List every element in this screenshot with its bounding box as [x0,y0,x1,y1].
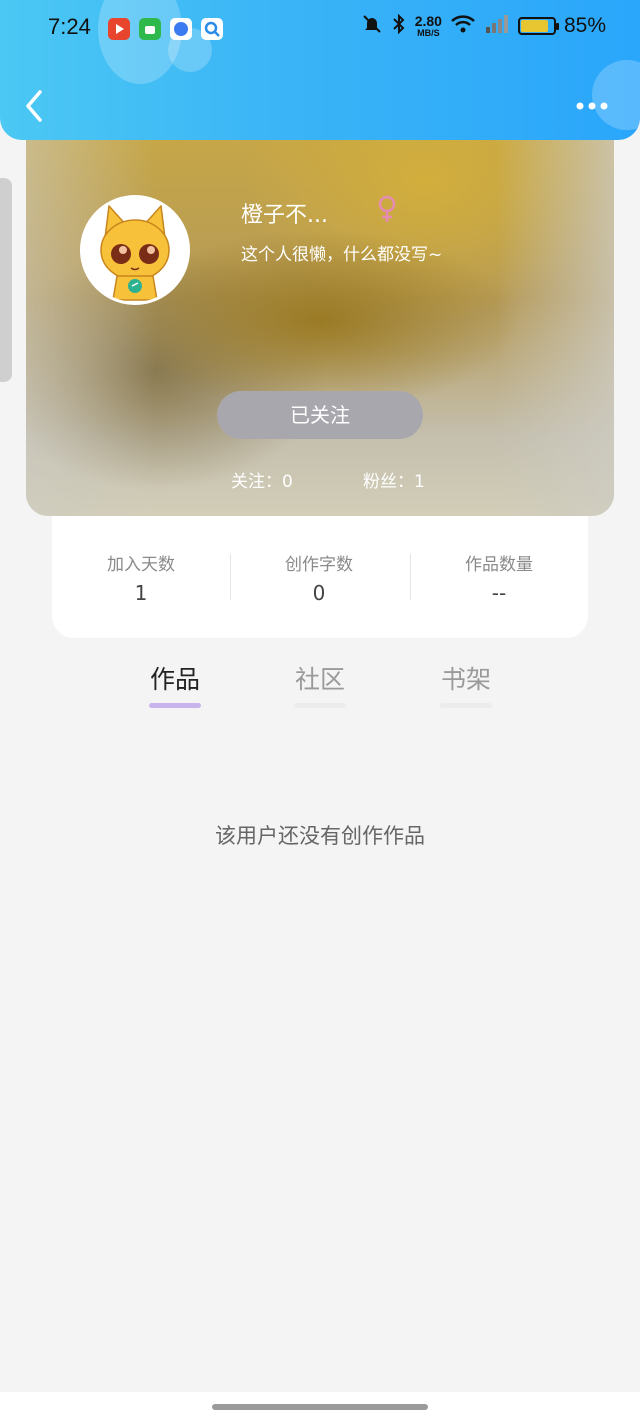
stat-value: 0 [312,581,326,605]
nickname: 橙子不... [241,203,328,228]
card-shade [26,120,614,516]
stat-label: 加入天数 [107,555,175,575]
signal-icon [484,13,510,39]
network-speed-value: 2.80 [414,12,442,29]
search-app-icon [201,18,223,40]
network-speed-unit: MB/S [417,27,440,38]
tab-bookshelf[interactable]: 书架 [426,660,506,708]
more-button[interactable] [574,96,614,116]
tab-works[interactable]: 作品 [135,660,215,708]
side-peek-tab[interactable] [0,178,12,382]
cat-avatar-image [83,198,187,302]
follow-button[interactable]: 已关注 [217,391,423,439]
status-bar: 7:24 2.80 MB/S 85% [0,0,640,56]
stat-works-count: 作品数量 -- [410,550,588,605]
mute-icon [361,13,383,39]
status-right: 2.80 MB/S 85% [361,13,606,39]
video-app-icon [108,18,130,40]
avatar[interactable] [80,195,190,305]
bio: 这个人很懒，什么都没写~ [241,245,443,265]
stat-value: 1 [134,581,148,605]
tab-community[interactable]: 社区 [280,660,360,708]
browser-app-icon [170,18,192,40]
stat-word-count: 创作字数 0 [230,550,408,605]
empty-state-message: 该用户还没有创作作品 [215,824,425,848]
battery-percent: 85% [563,14,606,37]
battery-icon [517,17,559,35]
header-bar: 7:24 2.80 MB/S 85% [0,0,640,140]
chevron-left-icon [26,90,42,122]
back-button[interactable] [22,88,50,124]
stat-label: 作品数量 [465,555,533,575]
stat-value: -- [491,581,507,605]
following-count[interactable]: 关注：0 [231,467,293,492]
decorative-bubble [592,60,640,130]
status-time: 7:24 [48,14,91,39]
followers-count[interactable]: 粉丝：1 [363,467,425,492]
female-icon [374,194,400,224]
profile-card: 橙子不... 这个人很懒，什么都没写~ 已关注 关注：0 粉丝：1 [26,120,614,516]
stat-label: 创作字数 [285,555,353,575]
tab-label: 书架 [440,665,491,694]
bluetooth-icon [391,13,407,39]
tab-active-indicator [149,703,201,708]
more-horizontal-icon [576,102,608,110]
stats-panel: 加入天数 1 创作字数 0 作品数量 -- [52,510,588,638]
tab-indicator [294,703,346,708]
wifi-icon [450,13,476,39]
tab-label: 作品 [149,665,200,694]
home-indicator[interactable] [212,1404,428,1410]
tab-label: 社区 [294,665,345,694]
tab-indicator [440,703,492,708]
store-app-icon [139,18,161,40]
stat-join-days: 加入天数 1 [52,550,230,605]
network-speed: 2.80 MB/S [414,12,442,38]
